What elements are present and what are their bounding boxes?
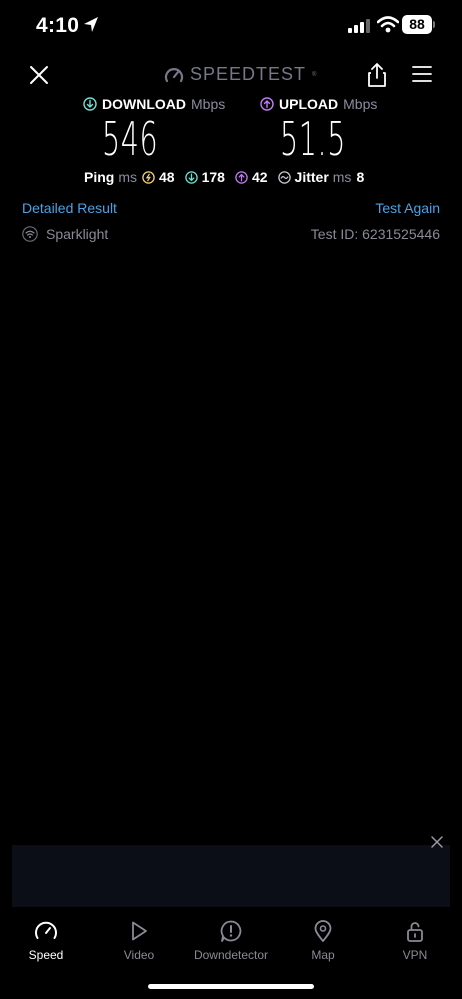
upload-header: UPLOAD Mbps — [260, 96, 377, 112]
tab-downdetector-label: Downdetector — [193, 948, 269, 962]
isp-name: Sparklight — [46, 226, 109, 242]
download-speed-value: 546 — [102, 112, 159, 166]
test-again-link[interactable]: Test Again — [375, 200, 440, 216]
map-pin-icon — [314, 920, 332, 942]
play-icon — [132, 921, 147, 941]
tab-video-label: Video — [123, 948, 155, 962]
jitter-label: Jitter — [294, 169, 329, 185]
upload-latency-icon — [235, 170, 248, 184]
download-label: DOWNLOAD — [102, 96, 186, 112]
speedometer-icon — [35, 921, 57, 939]
ping-unit: ms — [118, 169, 138, 185]
logo-trademark: ® — [312, 71, 317, 78]
battery-indicator: 88 — [402, 15, 432, 34]
ping-download-value: 178 — [201, 169, 225, 185]
battery-nub — [433, 21, 435, 28]
ping-idle-value: 48 — [159, 169, 175, 185]
upload-speed-value: 51.5 — [280, 112, 346, 166]
lock-icon — [407, 922, 423, 942]
upload-unit: Mbps — [343, 96, 378, 112]
wifi-provider-icon — [22, 226, 38, 242]
isp-info: Sparklight — [22, 226, 108, 242]
tab-speed[interactable]: Speed — [0, 912, 92, 962]
home-indicator[interactable] — [148, 984, 314, 989]
status-time: 4:10 — [36, 14, 80, 37]
share-icon[interactable] — [366, 62, 388, 88]
jitter-value: 8 — [356, 169, 365, 185]
tab-vpn-label: VPN — [402, 948, 428, 962]
logo-text: SPEEDTEST — [190, 64, 307, 84]
wifi-icon — [377, 16, 399, 33]
upload-arrow-icon — [260, 97, 274, 111]
location-arrow-icon — [84, 17, 98, 32]
download-latency-icon — [184, 170, 198, 184]
tab-downdetector[interactable]: Downdetector — [185, 912, 277, 962]
menu-icon[interactable] — [412, 65, 432, 83]
gauge-logo-icon — [164, 67, 184, 82]
ad-close-icon[interactable] — [430, 835, 444, 849]
test-id: Test ID: 6231525446 — [310, 226, 440, 242]
close-icon[interactable] — [28, 64, 50, 86]
tab-video[interactable]: Video — [93, 912, 185, 962]
download-header: DOWNLOAD Mbps — [83, 96, 225, 112]
ping-upload-value: 42 — [251, 169, 268, 185]
upload-label: UPLOAD — [279, 96, 339, 112]
idle-latency-icon — [142, 170, 155, 184]
ping-label: Ping — [84, 169, 115, 185]
tab-bar: Speed Video Downdetector Map VPN — [0, 912, 462, 972]
speedtest-logo: SPEEDTEST ® — [164, 64, 316, 85]
tab-map-label: Map — [311, 948, 335, 962]
download-arrow-icon — [83, 97, 97, 111]
alert-icon — [220, 920, 242, 942]
ad-banner — [12, 845, 450, 907]
jitter-icon — [277, 170, 291, 184]
jitter-unit: ms — [332, 169, 352, 185]
ping-row: Ping ms 48 178 42 Jitter ms 8 — [84, 169, 364, 185]
download-unit: Mbps — [191, 96, 226, 112]
tab-map[interactable]: Map — [277, 912, 369, 962]
detailed-result-link[interactable]: Detailed Result — [22, 200, 117, 216]
tab-vpn[interactable]: VPN — [369, 912, 461, 962]
cellular-signal-icon — [348, 19, 370, 33]
tab-speed-label: Speed — [28, 948, 64, 962]
